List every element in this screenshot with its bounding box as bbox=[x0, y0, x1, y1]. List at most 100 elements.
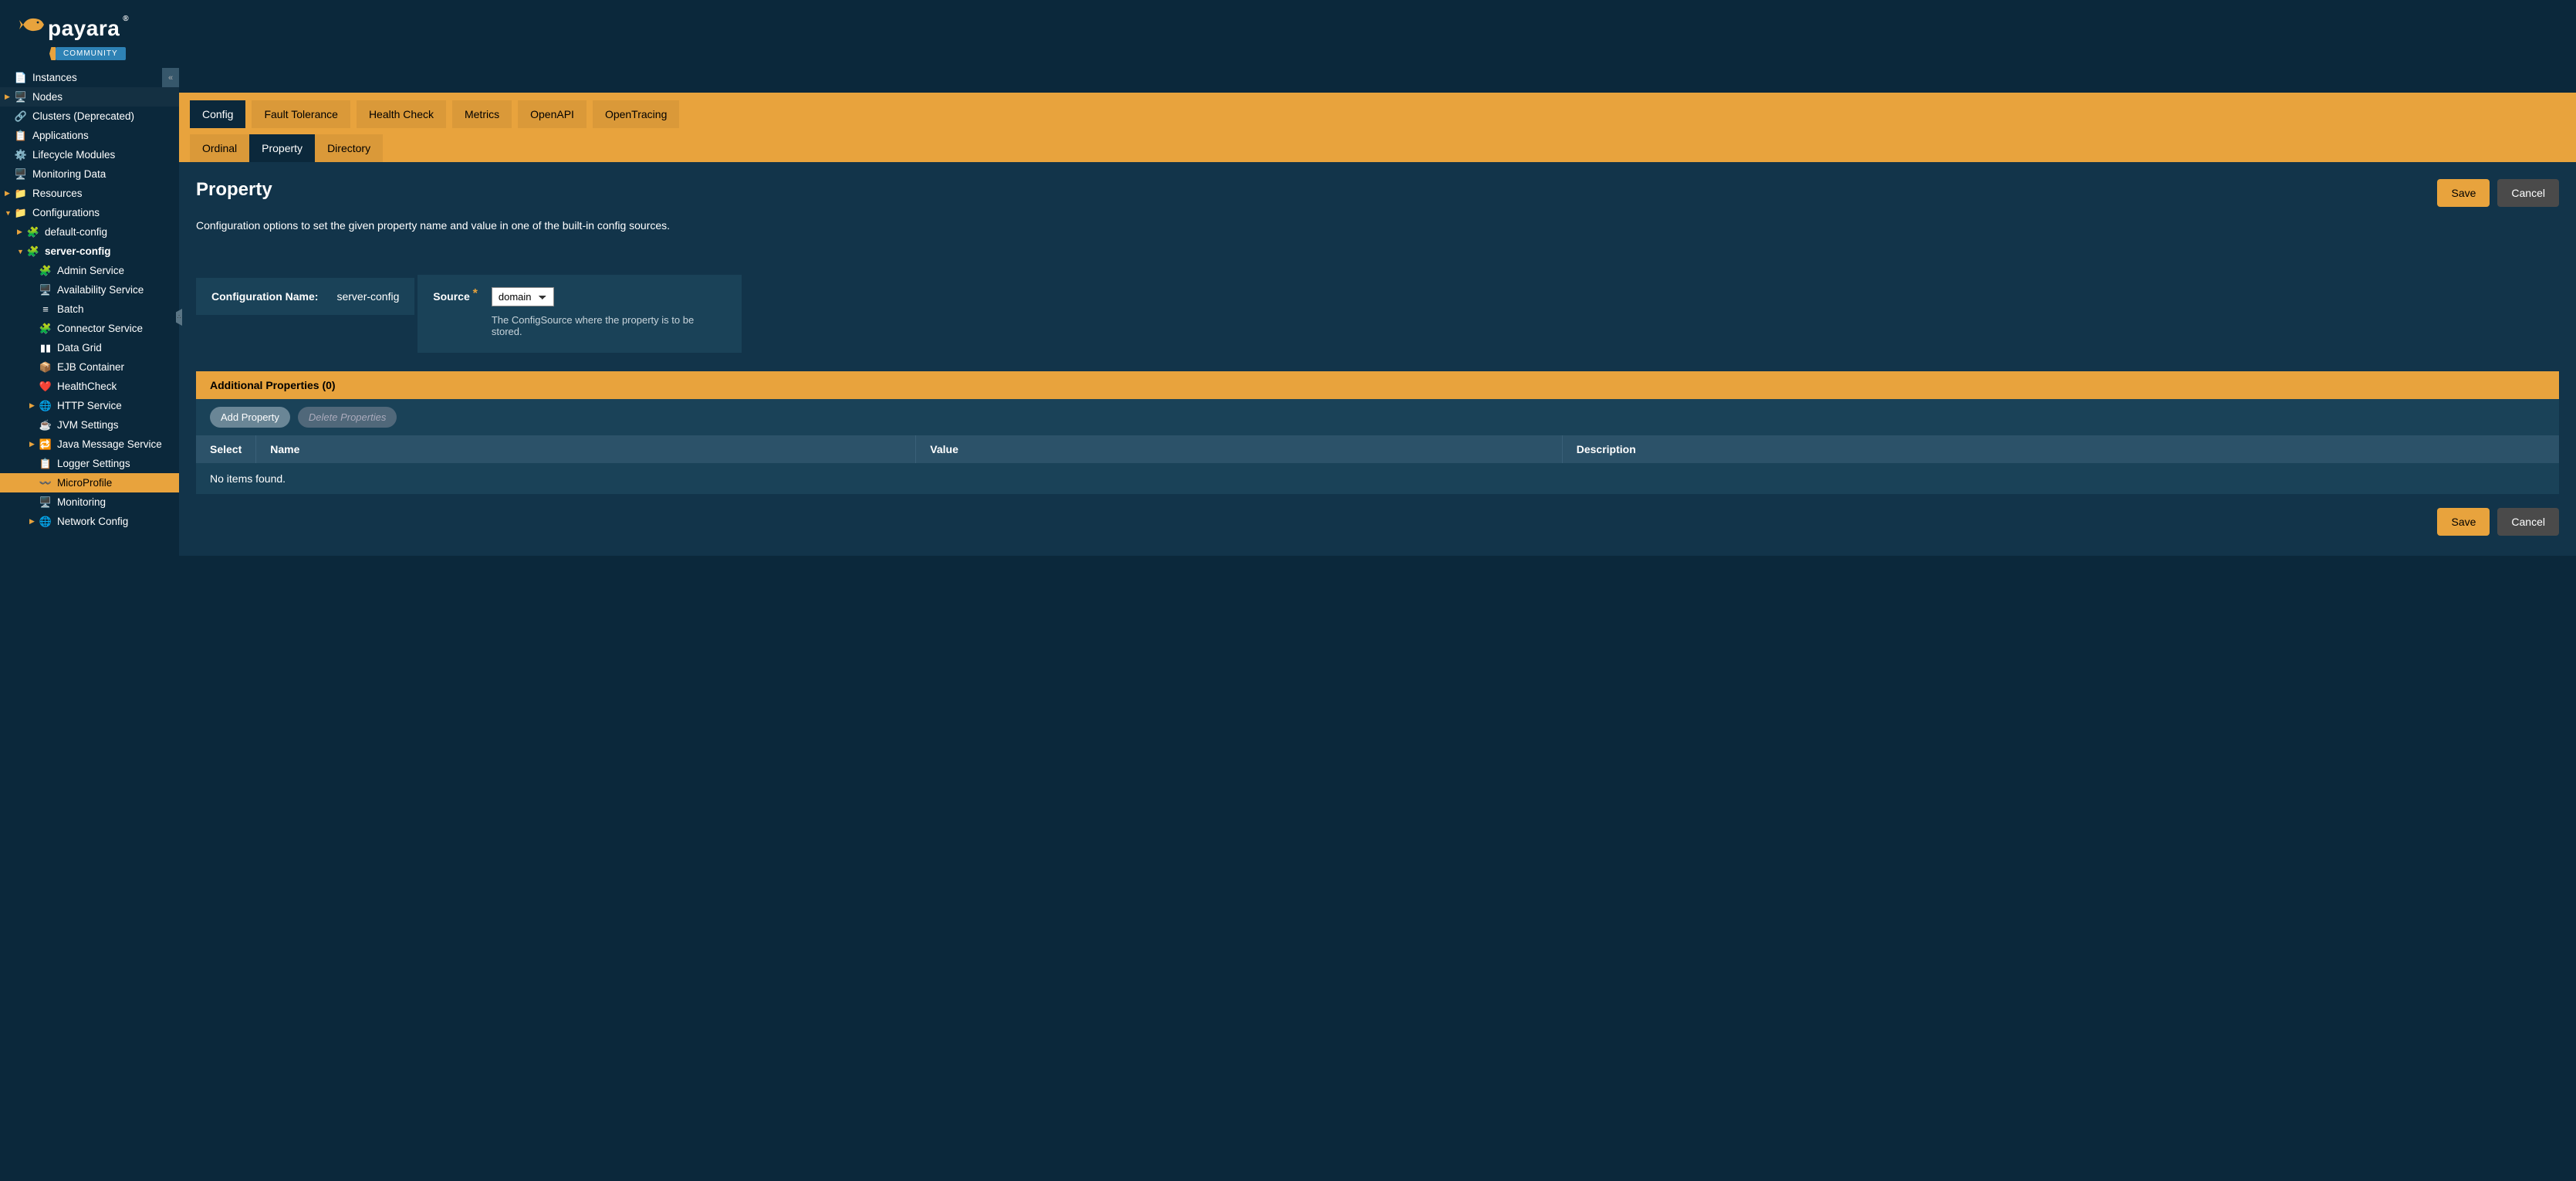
add-property-button[interactable]: Add Property bbox=[210, 407, 290, 428]
nav-item-icon: ☕ bbox=[39, 418, 52, 432]
nav-item-icon: 🧩 bbox=[39, 264, 52, 278]
column-select: Select bbox=[196, 435, 256, 463]
nav-item-icon: 📋 bbox=[39, 457, 52, 471]
nav-item-icon: ⚙️ bbox=[14, 148, 28, 162]
expand-arrow-icon[interactable]: ▶ bbox=[29, 517, 37, 526]
config-name-box: Configuration Name: server-config bbox=[196, 278, 414, 315]
nav-item-icon: ≡ bbox=[39, 303, 52, 316]
subtab-directory[interactable]: Directory bbox=[315, 134, 383, 162]
nav-item-label: default-config bbox=[45, 226, 107, 238]
nav-item-label: Monitoring bbox=[57, 496, 106, 508]
nav-item-icon: 🧩 bbox=[26, 245, 40, 259]
nav-item-label: MicroProfile bbox=[57, 477, 112, 489]
nav-healthcheck[interactable]: ▶❤️HealthCheck bbox=[0, 377, 179, 396]
tab-openapi[interactable]: OpenAPI bbox=[518, 100, 587, 128]
nav-connector[interactable]: ▶🧩Connector Service bbox=[0, 319, 179, 338]
expand-arrow-icon[interactable]: ▶ bbox=[17, 228, 25, 236]
expand-arrow-icon[interactable]: ▶ bbox=[5, 93, 12, 101]
nav-item-icon: 🔁 bbox=[39, 438, 52, 452]
subtab-ordinal[interactable]: Ordinal bbox=[190, 134, 249, 162]
nav-ejb[interactable]: ▶📦EJB Container bbox=[0, 357, 179, 377]
delete-properties-button: Delete Properties bbox=[298, 407, 397, 428]
nav-default-config[interactable]: ▶🧩 default-config bbox=[0, 222, 179, 242]
nav-jvm[interactable]: ▶☕JVM Settings bbox=[0, 415, 179, 435]
nav-item-label: Nodes bbox=[32, 91, 63, 103]
nav-item-label: HealthCheck bbox=[57, 381, 117, 392]
nav-item-icon: ❤️ bbox=[39, 380, 52, 394]
main-content: ConfigFault ToleranceHealth CheckMetrics… bbox=[179, 0, 2576, 556]
subtab-property[interactable]: Property bbox=[249, 134, 315, 162]
nav-item-icon: 🌐 bbox=[39, 515, 52, 529]
nav-item-icon: 🔗 bbox=[14, 110, 28, 124]
nav-resources[interactable]: ▶📁Resources bbox=[0, 184, 179, 203]
nav-item-icon: 🧩 bbox=[26, 225, 40, 239]
nav-monitoring[interactable]: ▶🖥️Monitoring bbox=[0, 492, 179, 512]
expand-arrow-icon[interactable]: ▶ bbox=[29, 401, 37, 410]
expand-arrow-icon[interactable]: ▶ bbox=[5, 189, 12, 198]
nav-jms[interactable]: ▶🔁 Java Message Service bbox=[0, 435, 179, 454]
tab-health-check[interactable]: Health Check bbox=[357, 100, 446, 128]
expand-arrow-icon[interactable]: ▼ bbox=[5, 209, 12, 217]
tab-config[interactable]: Config bbox=[190, 100, 245, 128]
nav-instances[interactable]: ▶📄Instances« bbox=[0, 68, 179, 87]
nav-item-label: Lifecycle Modules bbox=[32, 149, 115, 161]
nav-item-icon: 🧩 bbox=[39, 322, 52, 336]
tab-fault-tolerance[interactable]: Fault Tolerance bbox=[252, 100, 350, 128]
brand-logo: payara ® COMMUNITY bbox=[0, 0, 179, 68]
nav-item-label: JVM Settings bbox=[57, 419, 119, 431]
nav-item-icon: 📦 bbox=[39, 360, 52, 374]
nav-item-label: Applications bbox=[32, 130, 89, 141]
table-empty-message: No items found. bbox=[196, 463, 2559, 494]
save-button-footer[interactable]: Save bbox=[2437, 508, 2490, 536]
column-name: Name bbox=[256, 435, 916, 463]
nav-configurations[interactable]: ▼📁Configurations bbox=[0, 203, 179, 222]
nav-item-label: Resources bbox=[32, 188, 83, 199]
nav-item-icon: 〰️ bbox=[39, 476, 52, 490]
cancel-button[interactable]: Cancel bbox=[2497, 179, 2559, 207]
primary-tabs: ConfigFault ToleranceHealth CheckMetrics… bbox=[179, 93, 2576, 128]
fish-icon bbox=[19, 12, 45, 41]
nav-network[interactable]: ▶🌐Network Config bbox=[0, 512, 179, 531]
nav-item-label: Java Message Service bbox=[57, 438, 162, 450]
nav-item-label: EJB Container bbox=[57, 361, 124, 373]
nav-applications[interactable]: ▶📋Applications bbox=[0, 126, 179, 145]
expand-arrow-icon[interactable]: ▼ bbox=[17, 248, 25, 255]
tab-metrics[interactable]: Metrics bbox=[452, 100, 512, 128]
nav-clusters[interactable]: ▶🔗Clusters (Deprecated) bbox=[0, 107, 179, 126]
nav-lifecycle[interactable]: ▶⚙️Lifecycle Modules bbox=[0, 145, 179, 164]
column-value: Value bbox=[916, 435, 1562, 463]
source-select[interactable]: domain bbox=[492, 287, 554, 306]
nav-server-config[interactable]: ▼🧩 server-config bbox=[0, 242, 179, 261]
nav-item-label: Batch bbox=[57, 303, 84, 315]
save-button[interactable]: Save bbox=[2437, 179, 2490, 207]
nav-item-label: Availability Service bbox=[57, 284, 144, 296]
column-description: Description bbox=[1562, 435, 2559, 463]
cancel-button-footer[interactable]: Cancel bbox=[2497, 508, 2559, 536]
nav-item-icon: 🖥️ bbox=[14, 90, 28, 104]
nav-http[interactable]: ▶🌐HTTP Service bbox=[0, 396, 179, 415]
nav-microprofile[interactable]: ▶〰️MicroProfile bbox=[0, 473, 179, 492]
nav-item-icon: 📋 bbox=[14, 129, 28, 143]
required-icon: * bbox=[473, 287, 478, 300]
page-title: Property bbox=[196, 179, 2429, 201]
nav-item-label: Clusters (Deprecated) bbox=[32, 110, 134, 122]
tab-opentracing[interactable]: OpenTracing bbox=[593, 100, 679, 128]
nav-item-label: Monitoring Data bbox=[32, 168, 106, 180]
nav-availability[interactable]: ▶🖥️Availability Service bbox=[0, 280, 179, 299]
nav-monitoring-data[interactable]: ▶🖥️Monitoring Data bbox=[0, 164, 179, 184]
nav-batch[interactable]: ▶≡Batch bbox=[0, 299, 179, 319]
brand-name: payara bbox=[48, 16, 120, 41]
collapse-sidebar-button[interactable]: « bbox=[162, 68, 179, 87]
table-title: Additional Properties (0) bbox=[196, 371, 2559, 399]
nav-data-grid[interactable]: ▶▮▮Data Grid bbox=[0, 338, 179, 357]
nav-item-icon: 🖥️ bbox=[39, 496, 52, 509]
nav-item-icon: 🖥️ bbox=[14, 168, 28, 181]
nav-admin-service[interactable]: ▶🧩Admin Service bbox=[0, 261, 179, 280]
nav-nodes[interactable]: ▶🖥️ Nodes bbox=[0, 87, 179, 107]
nav-logger[interactable]: ▶📋Logger Settings bbox=[0, 454, 179, 473]
expand-arrow-icon[interactable]: ▶ bbox=[29, 440, 37, 448]
nav-item-label: Data Grid bbox=[57, 342, 102, 354]
config-name-label: Configuration Name: bbox=[211, 290, 318, 303]
nav-item-label: server-config bbox=[45, 245, 111, 257]
nav-item-label: Configurations bbox=[32, 207, 100, 218]
